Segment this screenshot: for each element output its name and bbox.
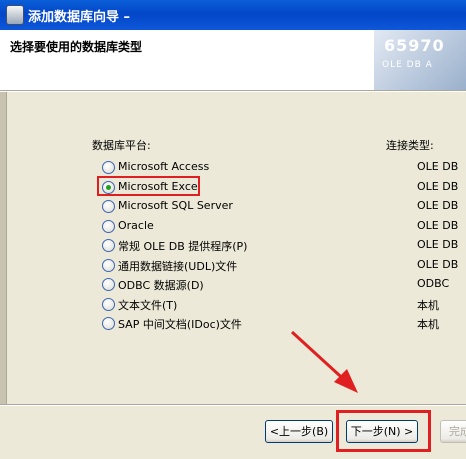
footer-divider	[0, 404, 466, 406]
red-arrow-icon	[290, 330, 358, 393]
finish-button[interactable]: 完成	[440, 420, 466, 443]
next-highlight-box	[336, 410, 431, 452]
back-button[interactable]: <上一步(B)	[265, 420, 333, 443]
